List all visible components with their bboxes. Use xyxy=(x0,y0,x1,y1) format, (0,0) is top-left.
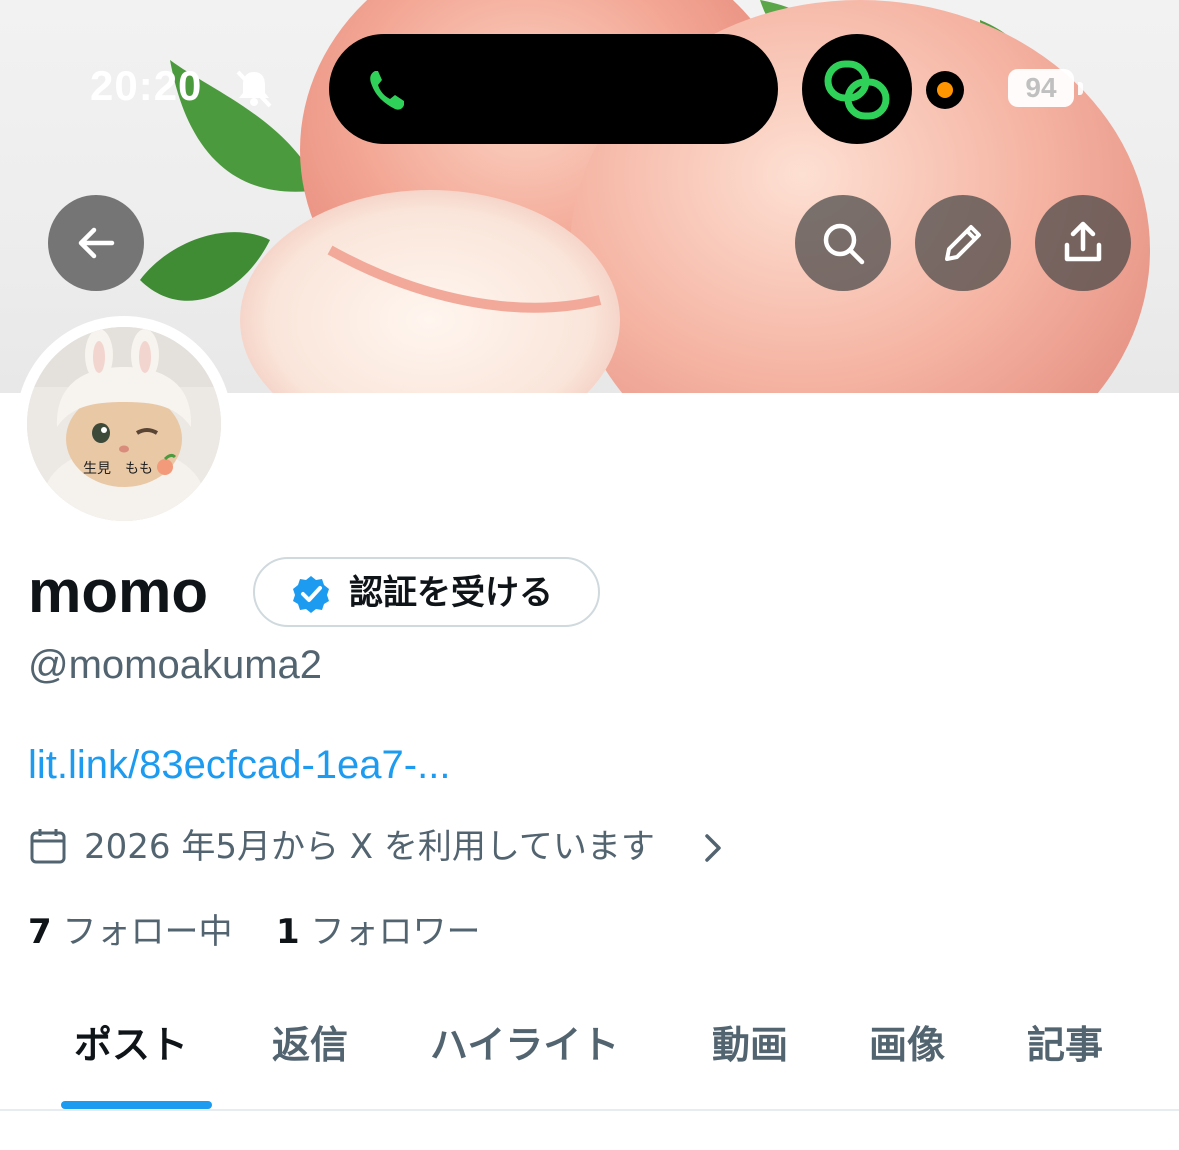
calendar-icon xyxy=(30,829,66,864)
followers-stat[interactable]: 1 フォロワー xyxy=(276,910,480,954)
profile-avatar[interactable]: 生見 もも xyxy=(16,316,232,532)
tab-replies[interactable]: 返信 xyxy=(272,1020,348,1070)
search-icon xyxy=(823,223,865,265)
followers-count: 1 xyxy=(276,912,300,952)
dynamic-island-app[interactable] xyxy=(802,34,912,144)
battery-indicator: 94 xyxy=(1008,69,1074,107)
link-rings-icon xyxy=(824,60,890,120)
verify-button-label: 認証を受ける xyxy=(349,573,553,613)
tab-images[interactable]: 画像 xyxy=(869,1020,945,1070)
tab-videos[interactable]: 動画 xyxy=(712,1020,788,1070)
share-button[interactable] xyxy=(1035,195,1131,291)
mic-indicator xyxy=(926,71,964,109)
search-button[interactable] xyxy=(795,195,891,291)
profile-tabs: ポスト 返信 ハイライト 動画 画像 記事 xyxy=(0,1010,1179,1110)
share-icon xyxy=(1064,221,1102,262)
back-button[interactable] xyxy=(48,195,144,291)
dynamic-island-call[interactable] xyxy=(329,34,778,144)
display-name: momo xyxy=(28,558,208,625)
tab-posts[interactable]: ポスト xyxy=(74,1020,188,1070)
edit-button[interactable] xyxy=(915,195,1011,291)
pencil-icon xyxy=(945,225,981,261)
status-time: 20:20 xyxy=(90,62,203,109)
joined-text: 2026 年5月から X を利用しています xyxy=(84,827,655,867)
active-tab-indicator xyxy=(61,1101,212,1109)
bell-muted-icon xyxy=(236,70,272,108)
chevron-right-icon[interactable] xyxy=(702,832,724,864)
tab-highlights[interactable]: ハイライト xyxy=(430,1020,619,1070)
following-label: フォロー中 xyxy=(62,912,233,952)
get-verified-button[interactable]: 認証を受ける xyxy=(253,557,600,627)
following-count: 7 xyxy=(28,912,52,952)
phone-icon xyxy=(370,71,404,110)
profile-link[interactable]: lit.link/83ecfcad-1ea7-... xyxy=(28,740,450,790)
following-stat[interactable]: 7 フォロー中 xyxy=(28,910,232,954)
avatar-caption: 生見 もも xyxy=(83,461,153,477)
user-handle: @momoakuma2 xyxy=(28,643,323,687)
cat-bunny-hat-avatar: 生見 もも xyxy=(27,327,221,521)
verified-badge-icon xyxy=(293,576,329,613)
followers-label: フォロワー xyxy=(310,912,481,952)
arrow-left-icon xyxy=(78,227,115,259)
tab-articles[interactable]: 記事 xyxy=(1027,1020,1103,1070)
battery-nub xyxy=(1078,82,1083,95)
avatar: 生見 もも xyxy=(27,327,221,521)
tab-divider xyxy=(0,1109,1179,1111)
